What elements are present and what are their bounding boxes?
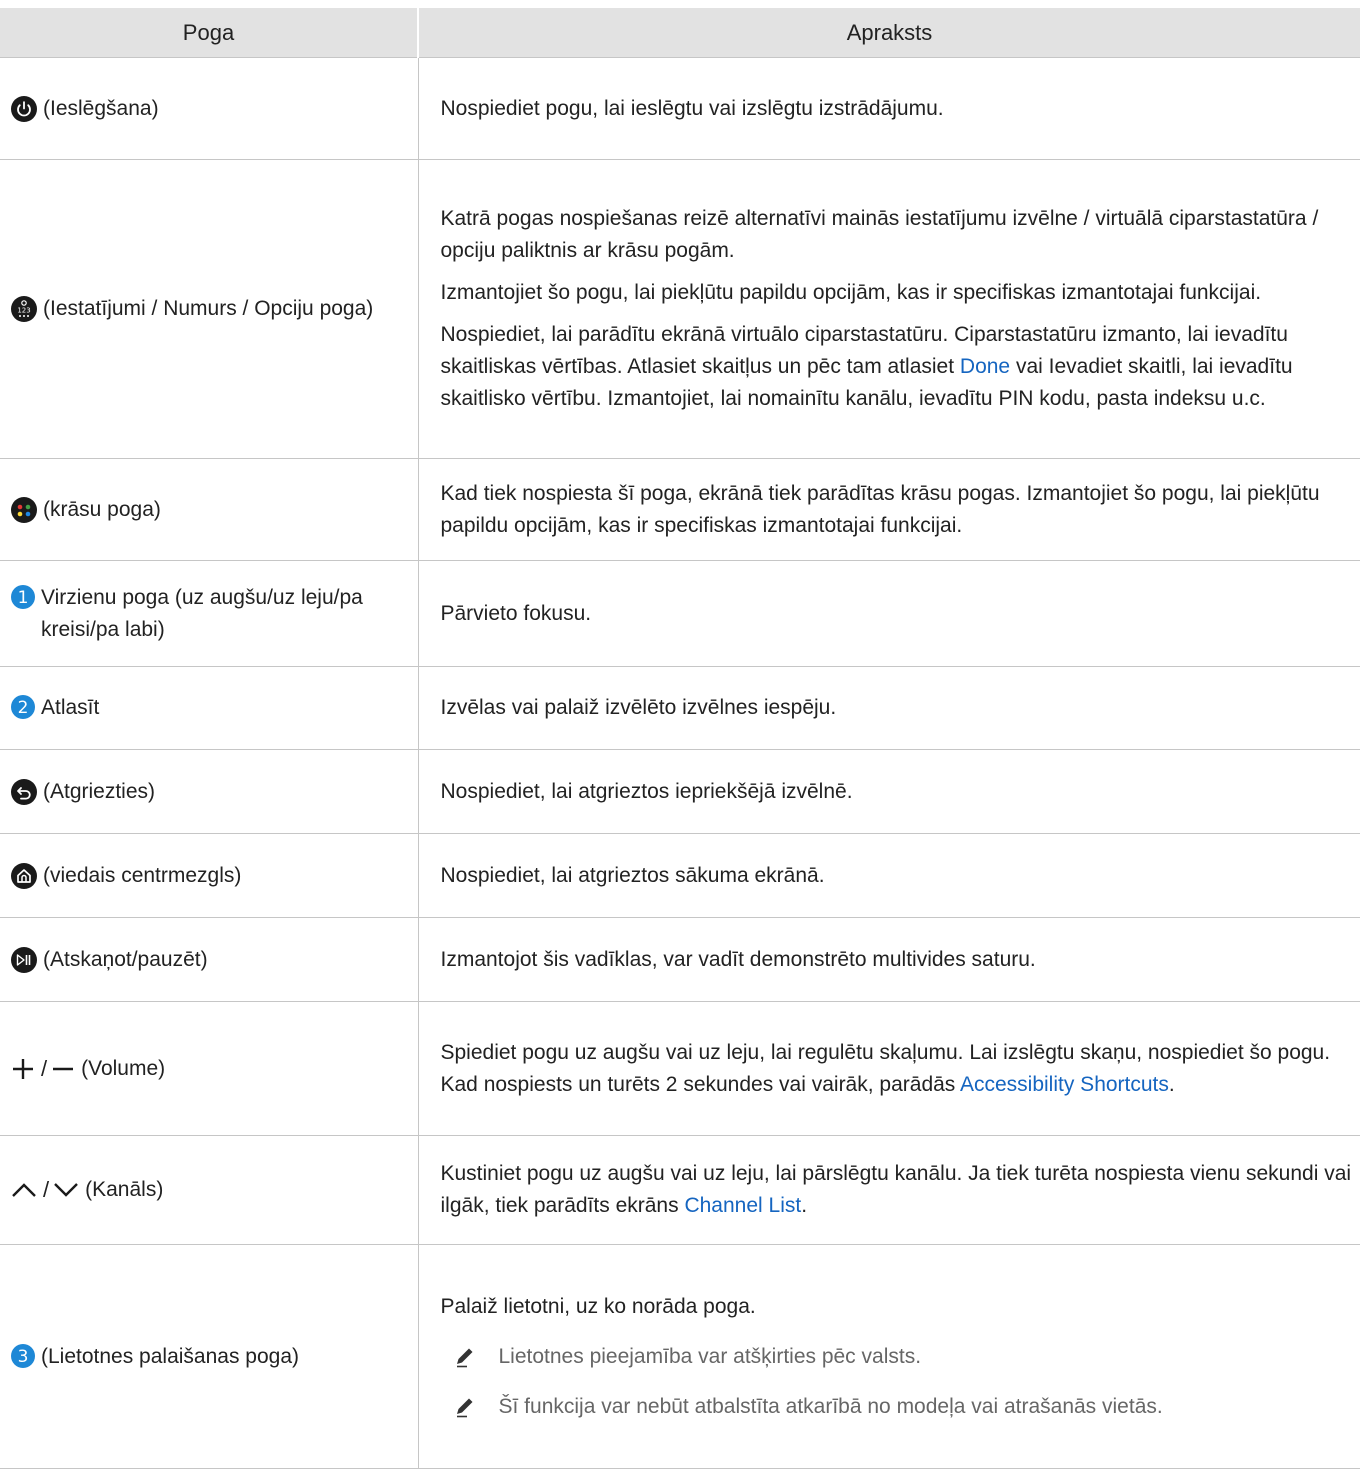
description-text: Palaiž lietotni, uz ko norāda poga. (440, 1294, 756, 1318)
description-text: Nospiediet, lai atgrieztos iepriekšējā i… (440, 779, 853, 803)
description-cell: Izmantojot šis vadīklas, var vadīt demon… (418, 917, 1360, 1002)
button-label: (Atgriezties) (43, 779, 156, 803)
button-cell: (Ieslēgšana) (0, 57, 419, 160)
button-cell: (Atskaņot/pauzēt) (0, 917, 419, 1002)
button-cell: (viedais centrmezgls) (0, 833, 419, 918)
description-text: Izmantojiet šo pogu, lai piekļūtu papild… (440, 281, 1262, 304)
svg-text:1: 1 (18, 588, 29, 608)
description-text: Pārvieto fokusu. (440, 601, 592, 625)
back-icon (11, 778, 37, 805)
settings-number-icon: 123 (11, 296, 37, 322)
separator: / (41, 1055, 48, 1081)
description-text: Izvēlas vai palaiž izvēlēto izvēlnes ies… (440, 696, 837, 719)
description-text: Izmantojot šis vadīklas, var vadīt demon… (440, 947, 1036, 971)
button-label: (Atskaņot/pauzēt) (43, 947, 208, 971)
button-label: (Kanāls) (85, 1178, 164, 1201)
column-header-button: Poga (0, 8, 418, 58)
button-label: (Iestatījumi / Numurs / Opciju poga) (43, 297, 374, 320)
table-row: 1 Virzienu poga (uz augšu/uz leju/pa kre… (0, 560, 1360, 667)
color-button-icon (11, 496, 37, 523)
description-text-part: Spiediet pogu uz augšu vai uz leju, lai … (440, 1040, 1331, 1096)
svg-text:123: 123 (17, 307, 30, 315)
column-header-description: Apraksts (417, 8, 1360, 58)
button-label: (Volume) (81, 1056, 166, 1080)
description-cell: Palaiž lietotni, uz ko norāda poga. Liet… (418, 1244, 1360, 1469)
table-row: / (Kanāls) Kustiniet pogu uz augšu vai u… (0, 1135, 1360, 1245)
pencil-note-icon (453, 1395, 477, 1419)
accessibility-shortcuts-link[interactable]: Accessibility Shortcuts (960, 1073, 1169, 1096)
description-cell: Kustiniet pogu uz augšu vai uz leju, lai… (418, 1135, 1360, 1245)
button-cell: (krāsu poga) (0, 458, 419, 561)
description-text: Nospiediet, lai atgrieztos sākuma ekrānā… (440, 863, 825, 887)
note-text: Lietotnes pieejamība var atšķirties pēc … (498, 1344, 922, 1368)
separator: / (43, 1177, 50, 1202)
description-text-part: Kustiniet pogu uz augšu vai uz leju, lai… (440, 1162, 1352, 1217)
description-text-part: . (801, 1194, 808, 1217)
description-text: Kad tiek nospiesta šī poga, ekrānā tiek … (440, 481, 1320, 537)
table-row: (Atgriezties) Nospiediet, lai atgrieztos… (0, 749, 1360, 834)
button-label: Virzienu poga (uz augšu/uz leju/pa kreis… (41, 585, 363, 641)
description-text: Spiediet pogu uz augšu vai uz leju, lai … (441, 1037, 1353, 1101)
button-cell: 2 Atlasīt (0, 666, 419, 750)
plus-icon (11, 1057, 35, 1081)
home-icon (11, 862, 37, 889)
button-label: (viedais centrmezgls) (43, 863, 242, 887)
description-text: Nospiediet, lai parādītu ekrānā virtuālo… (441, 319, 1353, 415)
button-cell: 1 Virzienu poga (uz augšu/uz leju/pa kre… (0, 560, 419, 667)
description-text: Kustiniet pogu uz augšu vai uz leju, lai… (441, 1158, 1353, 1222)
table-row: (Atskaņot/pauzēt) Izmantojot šis vadīkla… (0, 917, 1360, 1002)
table-row: 2 Atlasīt Izvēlas vai palaiž izvēlēto iz… (0, 666, 1360, 750)
description-text: Nospiediet pogu, lai ieslēgtu vai izslēg… (440, 96, 944, 120)
number-badge: 3 (11, 1343, 35, 1368)
button-cell: / (Kanāls) (0, 1135, 419, 1245)
number-badge: 1 (11, 584, 35, 609)
note-text: Šī funkcija var nebūt atbalstīta atkarīb… (498, 1394, 1163, 1418)
description-cell: Izvēlas vai palaiž izvēlēto izvēlnes ies… (418, 666, 1360, 750)
svg-text:3: 3 (18, 1347, 29, 1367)
done-link[interactable]: Done (960, 355, 1010, 378)
power-icon (11, 95, 37, 122)
description-text-part: . (1168, 1072, 1175, 1096)
chevron-down-icon (53, 1180, 79, 1200)
description-cell: Kad tiek nospiesta šī poga, ekrānā tiek … (418, 458, 1360, 561)
description-cell: Nospiediet, lai atgrieztos iepriekšējā i… (418, 749, 1360, 834)
button-label: (Ieslēgšana) (43, 96, 159, 120)
channel-list-link[interactable]: Channel List (684, 1194, 801, 1217)
number-badge: 2 (11, 695, 35, 719)
table-row: 3 (Lietotnes palaišanas poga) Palaiž lie… (0, 1244, 1360, 1469)
button-label: (krāsu poga) (43, 497, 161, 521)
table-row: / (Volume) Spiediet pogu uz augšu vai uz… (0, 1001, 1360, 1136)
description-cell: Katrā pogas nospiešanas reizē alternatīv… (418, 159, 1360, 459)
button-label: Atlasīt (41, 696, 100, 719)
minus-icon (51, 1057, 75, 1081)
button-cell: 123 (Iestatījumi / Numurs / Opciju poga) (0, 159, 419, 459)
description-cell: Nospiediet pogu, lai ieslēgtu vai izslēg… (418, 57, 1360, 160)
button-cell: / (Volume) (0, 1001, 419, 1136)
description-cell: Nospiediet, lai atgrieztos sākuma ekrānā… (418, 833, 1360, 918)
description-text: Katrā pogas nospiešanas reizē alternatīv… (440, 207, 1319, 262)
description-cell: Pārvieto fokusu. (418, 560, 1360, 667)
chevron-up-icon (11, 1180, 37, 1200)
pencil-note-icon (453, 1345, 477, 1369)
button-cell: (Atgriezties) (0, 749, 419, 834)
remote-buttons-table: Poga Apraksts (Ieslēgšana) Nospiediet po… (0, 8, 1360, 1469)
note: Šī funkcija var nebūt atbalstīta atkarīb… (441, 1391, 1353, 1423)
table-row: 123 (Iestatījumi / Numurs / Opciju poga)… (0, 159, 1360, 459)
button-label: (Lietotnes palaišanas poga) (41, 1344, 300, 1368)
description-cell: Spiediet pogu uz augšu vai uz leju, lai … (418, 1001, 1360, 1136)
table-row: (Ieslēgšana) Nospiediet pogu, lai ieslēg… (0, 57, 1360, 160)
svg-text:2: 2 (18, 698, 29, 718)
play-pause-icon (11, 946, 37, 973)
note: Lietotnes pieejamība var atšķirties pēc … (441, 1341, 1353, 1373)
table-row: (krāsu poga) Kad tiek nospiesta šī poga,… (0, 458, 1360, 561)
table-row: (viedais centrmezgls) Nospiediet, lai at… (0, 833, 1360, 918)
button-cell: 3 (Lietotnes palaišanas poga) (0, 1244, 419, 1469)
